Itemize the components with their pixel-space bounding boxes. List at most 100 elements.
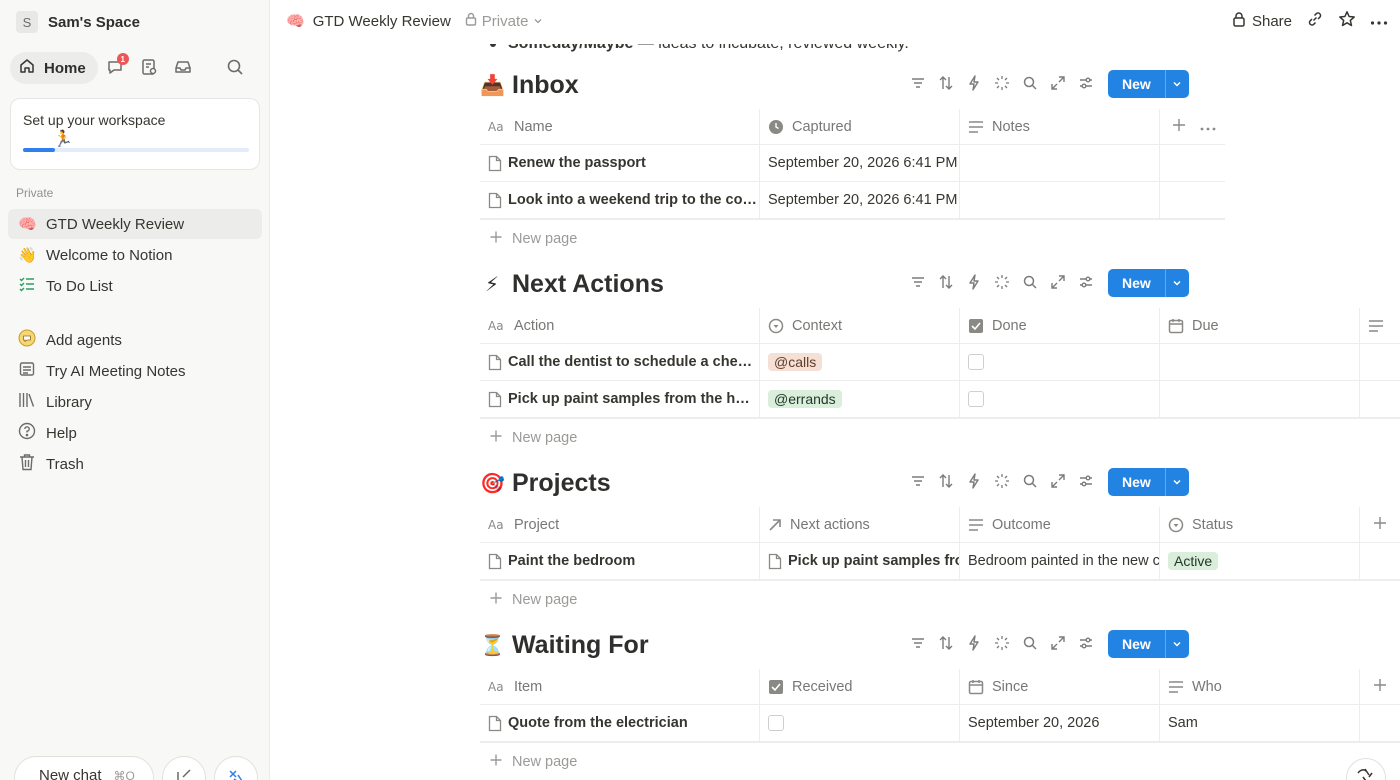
title-cell[interactable]: Call the dentist to schedule a che… [480,344,760,380]
column-header[interactable]: Status [1160,507,1360,542]
date-cell[interactable]: September 20, 2026 6:41 PM [760,182,960,218]
home-button[interactable]: Home [10,52,98,84]
ai-autofill-button[interactable] [988,70,1016,98]
sidebar-item-trash[interactable]: Trash [8,449,262,479]
title-cell[interactable]: Paint the bedroom [480,543,760,579]
automation-button[interactable] [960,269,988,297]
settings-button[interactable] [1072,70,1100,98]
column-header[interactable]: Notes [960,109,1160,144]
sort-button[interactable] [932,630,960,658]
column-header[interactable]: Done [960,308,1160,343]
notes-cell[interactable] [960,182,1160,218]
search-button[interactable] [1016,269,1044,297]
search-button[interactable] [218,52,252,84]
filter-button[interactable] [904,630,932,658]
column-header[interactable]: Captured [760,109,960,144]
automation-button[interactable] [960,70,988,98]
compose-button[interactable] [162,756,206,780]
ai-autofill-button[interactable] [988,630,1016,658]
table-row[interactable]: Pick up paint samples from the h… @erran… [480,381,1400,418]
new-page-button[interactable]: New page [480,419,1400,456]
column-header[interactable]: Due [1160,308,1360,343]
add-column-button[interactable] [1360,669,1400,704]
date-cell[interactable]: September 20, 2026 6:41 PM [760,145,960,181]
filter-button[interactable] [904,70,932,98]
title-cell[interactable]: Quote from the electrician [480,705,760,741]
chat-button[interactable]: 1 [98,52,132,84]
table-row[interactable]: Look into a weekend trip to the co… Sept… [480,182,1225,219]
notes-cell[interactable] [960,145,1160,181]
who-cell[interactable]: Sam [1160,705,1360,741]
workspace-switcher[interactable]: S Sam's Space [16,10,140,34]
settings-button[interactable] [1072,630,1100,658]
table-row[interactable]: Quote from the electrician September 20,… [480,705,1400,742]
due-cell[interactable] [1160,344,1360,380]
new-page-button[interactable]: New page [480,581,1400,618]
column-header[interactable]: Aa Name [480,109,760,144]
database-title[interactable]: 📥 Inbox [480,71,579,100]
ai-autofill-button[interactable] [988,269,1016,297]
new-page-button[interactable]: New page [480,220,1400,257]
expand-button[interactable] [1044,468,1072,496]
new-dropdown-button[interactable] [1164,70,1189,98]
breadcrumb[interactable]: 🧠 GTD Weekly Review Private [286,12,543,30]
column-header[interactable]: Aa Item [480,669,760,704]
settings-button[interactable] [1072,269,1100,297]
favorite-button[interactable] [1338,10,1356,32]
automation-button[interactable] [960,630,988,658]
due-cell[interactable] [1160,381,1360,417]
filter-button[interactable] [904,468,932,496]
column-header[interactable]: Received [760,669,960,704]
done-cell[interactable] [960,344,1160,380]
new-button[interactable]: New [1108,70,1165,98]
column-header[interactable] [1360,308,1400,343]
add-column-button[interactable] [1172,118,1186,136]
expand-button[interactable] [1044,269,1072,297]
database-title[interactable]: 🎯 Projects [480,469,611,498]
ai-autofill-button[interactable] [988,468,1016,496]
sort-button[interactable] [932,70,960,98]
sidebar-item-gtd-weekly-review[interactable]: 🧠 GTD Weekly Review [8,209,262,239]
copy-link-button[interactable] [1306,10,1324,32]
column-header[interactable]: Aa Action [480,308,760,343]
received-checkbox[interactable] [768,715,784,731]
sidebar-item-welcome[interactable]: 👋 Welcome to Notion [8,240,262,270]
more-options-button[interactable] [1370,13,1388,30]
automation-button[interactable] [960,468,988,496]
done-checkbox[interactable] [968,354,984,370]
search-button[interactable] [1016,468,1044,496]
setup-workspace-card[interactable]: Set up your workspace 🏃 [10,98,260,170]
column-header[interactable]: Context [760,308,960,343]
database-title[interactable]: ⏳ Waiting For [480,631,649,660]
add-column-button[interactable] [1360,507,1400,542]
list-item[interactable]: Someday/Maybe — ideas to incubate, revie… [490,44,909,53]
sidebar-item-to-do-list[interactable]: To Do List [8,271,262,301]
search-button[interactable] [1016,70,1044,98]
column-header[interactable]: Who [1160,669,1360,704]
context-cell[interactable]: @errands [760,381,960,417]
sidebar-item-ai-meeting-notes[interactable]: Try AI Meeting Notes [8,356,262,386]
sidebar-item-library[interactable]: Library [8,387,262,417]
sort-button[interactable] [932,269,960,297]
search-button[interactable] [1016,630,1044,658]
new-button[interactable]: New [1108,630,1165,658]
table-row[interactable]: Call the dentist to schedule a che… @cal… [480,344,1400,381]
column-header[interactable]: Since [960,669,1160,704]
privacy-selector[interactable]: Private [465,12,544,30]
expand-button[interactable] [1044,630,1072,658]
inbox-button[interactable] [166,52,200,84]
title-cell[interactable]: Look into a weekend trip to the co… [480,182,760,218]
title-cell[interactable]: Renew the passport [480,145,760,181]
new-button[interactable]: New [1108,468,1165,496]
sidebar-item-add-agents[interactable]: Add agents [8,325,262,355]
new-dropdown-button[interactable] [1164,269,1189,297]
status-cell[interactable]: Active [1160,543,1360,579]
column-header[interactable]: Aa Project [480,507,760,542]
settings-button[interactable] [1072,468,1100,496]
table-row[interactable]: Paint the bedroom Pick up paint samples … [480,543,1400,580]
new-dropdown-button[interactable] [1164,630,1189,658]
database-title[interactable]: ⚡ Next Actions [480,270,664,299]
sort-button[interactable] [932,468,960,496]
share-button[interactable]: Share [1232,11,1292,31]
title-cell[interactable]: Pick up paint samples from the h… [480,381,760,417]
